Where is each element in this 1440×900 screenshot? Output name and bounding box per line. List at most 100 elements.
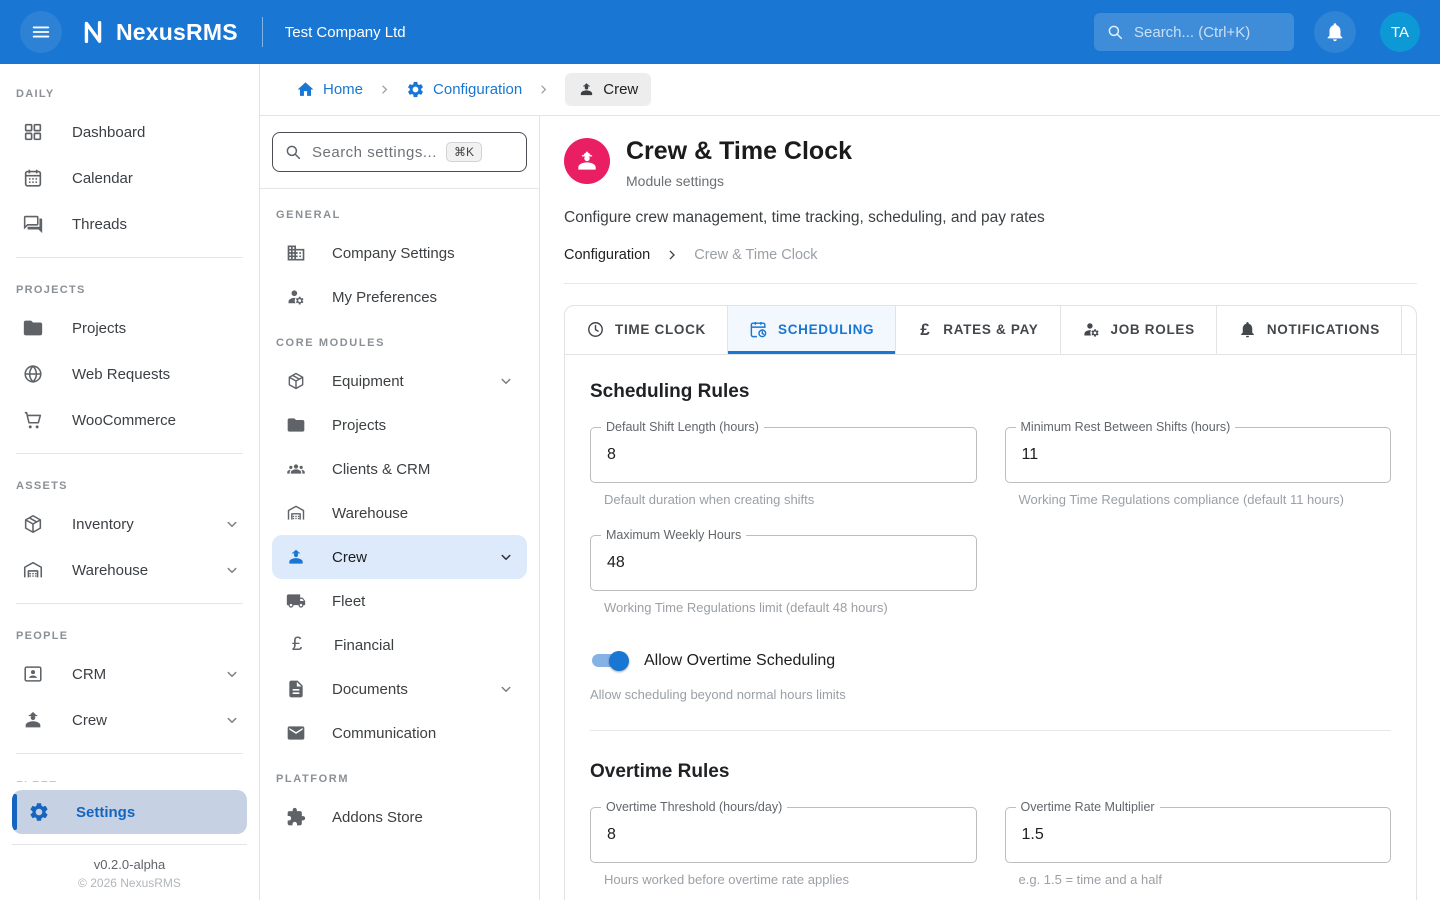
settings-section-platform: PLATFORM bbox=[260, 755, 539, 795]
settings-nav-divider bbox=[260, 188, 539, 189]
engineer-icon bbox=[286, 547, 306, 567]
sidebar-item-woocommerce[interactable]: WooCommerce bbox=[0, 397, 259, 443]
sidebar-item-threads[interactable]: Threads bbox=[0, 201, 259, 247]
sidebar-item-label: Web Requests bbox=[72, 366, 170, 383]
settings-item-crew[interactable]: Crew bbox=[272, 535, 527, 579]
tab-job-roles[interactable]: JOB ROLES bbox=[1061, 306, 1217, 354]
chevron-right-icon bbox=[536, 82, 551, 97]
breadcrumb-configuration[interactable]: Configuration bbox=[406, 80, 522, 99]
global-search-input[interactable] bbox=[1132, 23, 1282, 42]
settings-item-communication[interactable]: Communication bbox=[272, 711, 527, 755]
sidebar-item-warehouse[interactable]: Warehouse bbox=[0, 547, 259, 593]
sidebar-item-calendar[interactable]: Calendar bbox=[0, 155, 259, 201]
notifications-button[interactable] bbox=[1314, 11, 1356, 53]
settings-item-financial[interactable]: £ Financial bbox=[272, 623, 527, 667]
chat-icon bbox=[22, 213, 44, 235]
module-avatar bbox=[564, 138, 610, 184]
settings-item-fleet[interactable]: Fleet bbox=[272, 579, 527, 623]
settings-section-core-modules: CORE MODULES bbox=[260, 319, 539, 359]
minimum-rest-input[interactable] bbox=[1020, 445, 1377, 465]
tab-scheduling[interactable]: SCHEDULING bbox=[728, 306, 896, 354]
toggle-thumb bbox=[609, 651, 629, 671]
sidebar-item-label: Calendar bbox=[72, 170, 133, 187]
allow-overtime-toggle[interactable] bbox=[590, 651, 628, 671]
pound-icon: £ bbox=[286, 634, 308, 656]
settings-item-label: My Preferences bbox=[332, 289, 437, 306]
settings-search-input[interactable] bbox=[310, 143, 438, 162]
settings-search[interactable]: ⌘K bbox=[272, 132, 527, 172]
brand-name: NexusRMS bbox=[116, 19, 238, 46]
module-breadcrumb-current: Crew & Time Clock bbox=[694, 247, 817, 263]
default-shift-length-input[interactable] bbox=[605, 445, 962, 465]
overtime-threshold-input[interactable] bbox=[605, 825, 962, 845]
field-label: Overtime Rate Multiplier bbox=[1016, 800, 1160, 814]
sidebar-item-crew[interactable]: Crew bbox=[0, 697, 259, 743]
engineer-icon bbox=[22, 709, 44, 731]
sidebar-section-projects: PROJECTS bbox=[0, 268, 259, 305]
scheduling-fields: Default Shift Length (hours) Default dur… bbox=[590, 427, 1391, 643]
engineer-icon bbox=[578, 81, 595, 98]
folder-icon bbox=[22, 317, 44, 339]
tab-notifications[interactable]: NOTIFICATIONS bbox=[1217, 306, 1402, 354]
field-label: Maximum Weekly Hours bbox=[601, 528, 746, 542]
section-divider bbox=[590, 730, 1391, 731]
search-icon bbox=[284, 143, 302, 161]
maximum-weekly-hours-input[interactable] bbox=[605, 553, 962, 573]
contact-card-icon bbox=[22, 663, 44, 685]
chevron-down-icon bbox=[497, 372, 515, 390]
building-icon bbox=[286, 243, 306, 263]
warehouse-icon bbox=[286, 503, 306, 523]
field-helper: Working Time Regulations compliance (def… bbox=[1019, 492, 1392, 507]
hamburger-menu-button[interactable] bbox=[20, 11, 62, 53]
module-breadcrumb-parent[interactable]: Configuration bbox=[564, 247, 650, 263]
bell-icon bbox=[1324, 21, 1346, 43]
global-search[interactable] bbox=[1094, 13, 1294, 51]
tab-rates-pay[interactable]: £ RATES & PAY bbox=[896, 306, 1060, 354]
field-helper: Working Time Regulations limit (default … bbox=[604, 600, 977, 615]
breadcrumb-home[interactable]: Home bbox=[296, 80, 363, 99]
settings-label: Settings bbox=[76, 804, 135, 821]
text-field: Minimum Rest Between Shifts (hours) bbox=[1005, 427, 1392, 483]
sidebar-item-settings[interactable]: Settings bbox=[12, 790, 247, 834]
settings-item-my-preferences[interactable]: My Preferences bbox=[272, 275, 527, 319]
sidebar-item-web-requests[interactable]: Web Requests bbox=[0, 351, 259, 397]
settings-nav: ⌘K GENERAL Company Settings My Preferenc… bbox=[260, 116, 540, 900]
app-version: v0.2.0-alpha bbox=[12, 857, 247, 872]
sidebar-item-label: WooCommerce bbox=[72, 412, 176, 429]
sidebar-item-inventory[interactable]: Inventory bbox=[0, 501, 259, 547]
module-settings-card: TIME CLOCK SCHEDULING £ RATES & PAY bbox=[564, 305, 1417, 900]
text-field: Overtime Rate Multiplier bbox=[1005, 807, 1392, 863]
page-subtitle: Module settings bbox=[626, 173, 852, 189]
settings-item-warehouse[interactable]: Warehouse bbox=[272, 491, 527, 535]
sidebar-footer: v0.2.0-alpha © 2026 NexusRMS bbox=[12, 844, 247, 900]
tab-time-clock[interactable]: TIME CLOCK bbox=[565, 306, 728, 354]
overtime-fields: Overtime Threshold (hours/day) Hours wor… bbox=[590, 807, 1391, 900]
settings-item-addons-store[interactable]: Addons Store bbox=[272, 795, 527, 839]
overtime-rate-multiplier-input[interactable] bbox=[1020, 825, 1377, 845]
main-content: Crew & Time Clock Module settings Config… bbox=[540, 116, 1440, 900]
module-description: Configure crew management, time tracking… bbox=[564, 209, 1417, 227]
gear-icon bbox=[406, 80, 425, 99]
breadcrumb-home-label: Home bbox=[323, 81, 363, 98]
folder-icon bbox=[286, 415, 306, 435]
sidebar-item-crm[interactable]: CRM bbox=[0, 651, 259, 697]
field-helper: Default duration when creating shifts bbox=[604, 492, 977, 507]
sidebar-item-dashboard[interactable]: Dashboard bbox=[0, 109, 259, 155]
person-gear-icon bbox=[1082, 320, 1101, 339]
dashboard-icon bbox=[22, 121, 44, 143]
sidebar-item-label: Crew bbox=[72, 712, 107, 729]
user-avatar[interactable]: TA bbox=[1380, 12, 1420, 52]
tab-panel-scheduling: Scheduling Rules Default Shift Length (h… bbox=[565, 355, 1416, 900]
sidebar-item-label: Dashboard bbox=[72, 124, 145, 141]
settings-item-equipment[interactable]: Equipment bbox=[272, 359, 527, 403]
sidebar-section-people: PEOPLE bbox=[0, 614, 259, 651]
sidebar-divider bbox=[16, 753, 243, 754]
settings-item-projects[interactable]: Projects bbox=[272, 403, 527, 447]
settings-item-company-settings[interactable]: Company Settings bbox=[272, 231, 527, 275]
settings-item-documents[interactable]: Documents bbox=[272, 667, 527, 711]
right-column: Home Configuration Crew ⌘K bbox=[260, 64, 1440, 900]
sidebar-item-projects[interactable]: Projects bbox=[0, 305, 259, 351]
brand[interactable]: NexusRMS bbox=[78, 17, 238, 47]
main-sidebar-nav: DAILY Dashboard Calendar Threads PROJECT… bbox=[0, 64, 259, 794]
settings-item-clients-crm[interactable]: Clients & CRM bbox=[272, 447, 527, 491]
